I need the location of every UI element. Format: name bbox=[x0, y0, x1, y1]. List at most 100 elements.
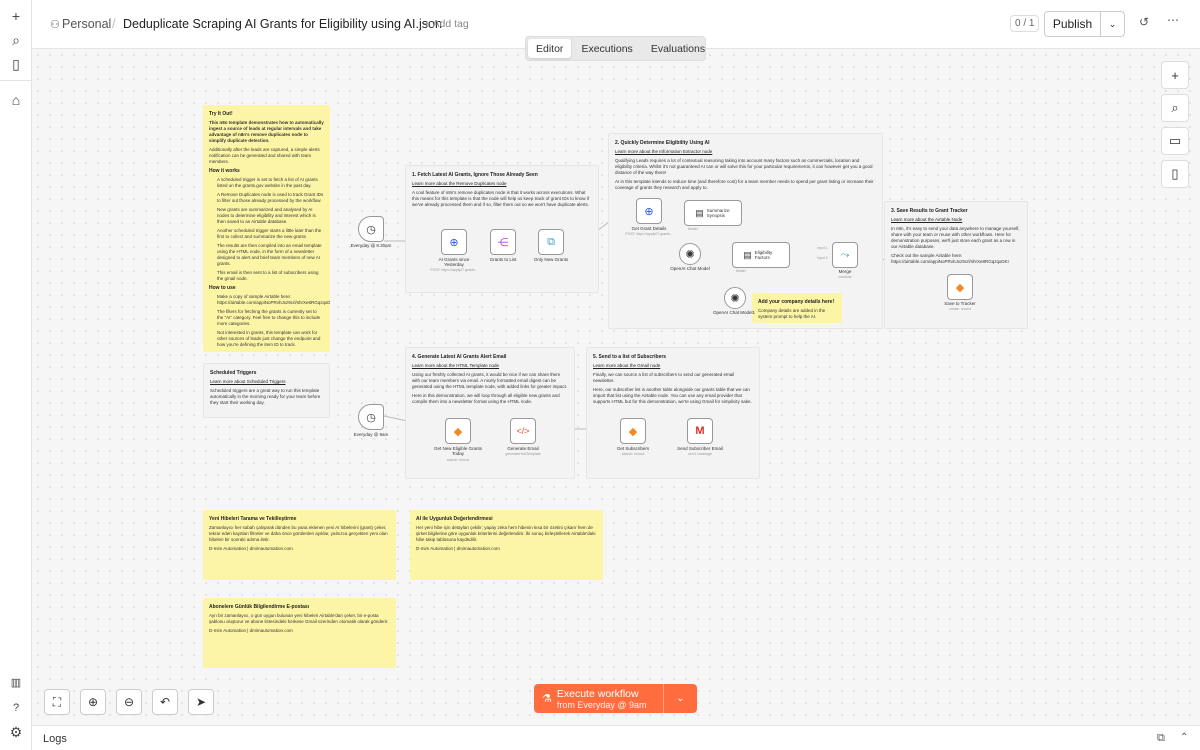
fit-view-button[interactable]: ⛶ bbox=[44, 689, 70, 715]
openai-icon: ✺ bbox=[685, 248, 695, 261]
note-link[interactable]: Learn more about the HTML Template node bbox=[412, 363, 568, 369]
note-title: Scheduled Triggers bbox=[210, 370, 257, 376]
note-scheduled-triggers[interactable]: Scheduled Triggers Learn more about Sche… bbox=[203, 363, 330, 418]
history-icon[interactable]: ↺ bbox=[1139, 15, 1149, 29]
node-subtitle: send: message bbox=[688, 452, 712, 456]
port-label: Model bbox=[736, 269, 746, 273]
note-heading: How it works bbox=[209, 168, 240, 174]
split-out-node[interactable]: ⋲ bbox=[490, 229, 516, 255]
note-link[interactable]: Learn more about the Airtable Node bbox=[891, 217, 1021, 223]
note-link[interactable]: Learn more about the Gmail node bbox=[593, 363, 753, 369]
tab-editor[interactable]: Editor bbox=[528, 39, 572, 58]
chain-icon: ▤ bbox=[695, 207, 704, 218]
openai-model-node[interactable]: ✺ bbox=[679, 243, 701, 265]
remove-duplicates-node[interactable]: ⧉ bbox=[538, 229, 564, 255]
left-sidebar: + ⌕ ▯ ⌂ ▥ ? ⚙ bbox=[0, 0, 32, 750]
note-try-it-out[interactable]: Try It Out! This n8n template demonstrat… bbox=[203, 105, 330, 352]
globe-icon: ⊕ bbox=[644, 205, 654, 218]
search-icon: ⌕ bbox=[1171, 100, 1179, 115]
tidy-up-button[interactable]: ➤ bbox=[188, 689, 214, 715]
add-tag-button[interactable]: + Add tag bbox=[424, 18, 469, 30]
breadcrumb-workspace[interactable]: Personal bbox=[62, 17, 111, 31]
settings-icon[interactable]: ⚙ bbox=[6, 722, 26, 742]
workflow-title[interactable]: Deduplicate Scraping AI Grants for Eligi… bbox=[123, 17, 442, 31]
view-tabs: Editor Executions Evaluations bbox=[525, 36, 706, 61]
logs-label[interactable]: Logs bbox=[43, 733, 67, 745]
tab-executions[interactable]: Executions bbox=[573, 39, 640, 58]
note-bullet: A Remove Duplicates node is used to trac… bbox=[217, 192, 324, 203]
note-bullet: Not interested in grants, this template … bbox=[217, 330, 321, 347]
note-tr-3[interactable]: Abonelere Günlük Bilgilendirme E-postası… bbox=[203, 598, 396, 668]
node-label: AI Grants since Yesterday bbox=[438, 257, 470, 267]
note-text: Ayrı bir zamanlayıcı, o gün uygun buluna… bbox=[209, 613, 389, 624]
note-tr-1[interactable]: Yeni Hibeleri Tarama ve Tekilleştirme Za… bbox=[203, 510, 396, 580]
panel-toggle-icon[interactable]: ▯ bbox=[6, 54, 26, 74]
cursor-icon: ➤ bbox=[195, 695, 207, 709]
get-eligible-grants-node[interactable]: ◆ bbox=[445, 418, 471, 444]
node-label: Send Subscriber Email bbox=[677, 446, 723, 451]
note-signature: D-mim Automation | dmimautomation.com bbox=[209, 628, 293, 633]
add-note-button[interactable]: ▭ bbox=[1161, 127, 1189, 155]
execute-workflow-button[interactable]: ⚗ Execute workflow from Everyday @ 9am bbox=[534, 684, 664, 713]
chevron-down-icon[interactable]: ⌄ bbox=[664, 684, 697, 713]
gmail-icon: M bbox=[695, 425, 705, 437]
node-subtitle: POST: https://apply07.grants... bbox=[625, 232, 673, 236]
note-title: 4. Generate Latest AI Grants Alert Email bbox=[412, 354, 507, 360]
logs-bar[interactable]: Logs ⧉ ⌃ bbox=[32, 725, 1200, 750]
airtable-icon: ◆ bbox=[628, 425, 638, 438]
node-label: Grants to List bbox=[489, 257, 517, 262]
help-icon[interactable]: ? bbox=[6, 698, 26, 718]
note-title: Add your company details here! bbox=[758, 299, 835, 305]
chevron-down-icon[interactable]: ⌄ bbox=[1101, 12, 1124, 36]
code-icon: </> bbox=[516, 426, 530, 436]
node-label: Eligibility Factors bbox=[754, 250, 773, 260]
note-link[interactable]: Learn more about the Remove Duplicates n… bbox=[412, 181, 592, 187]
zoom-out-icon: ⊖ bbox=[123, 695, 135, 709]
tab-evaluations[interactable]: Evaluations bbox=[643, 39, 713, 58]
note-section-4[interactable]: 4. Generate Latest AI Grants Alert Email… bbox=[405, 347, 575, 479]
schedule-trigger-node[interactable]: ◷ bbox=[358, 216, 384, 242]
merge-node[interactable]: ⤳ bbox=[832, 242, 858, 268]
note-text: Check out the sample Airtable here: http… bbox=[891, 253, 1009, 264]
insights-icon[interactable]: ▥ bbox=[6, 672, 26, 692]
flask-icon: ⚗ bbox=[542, 693, 552, 705]
note-text: Zamanlayıcı her sabah çalışarak dünden b… bbox=[209, 525, 388, 542]
undo-button[interactable]: ↶ bbox=[152, 689, 178, 715]
note-bullet: The filters for fetching the grants is c… bbox=[217, 309, 321, 326]
summarize-synopsis-node[interactable]: ▤ Summarize Synopsis bbox=[684, 200, 742, 226]
panel-icon: ▯ bbox=[1171, 166, 1179, 181]
execute-workflow-group: ⚗ Execute workflow from Everyday @ 9am ⌄ bbox=[534, 684, 697, 713]
add-node-button[interactable]: + bbox=[1161, 61, 1189, 89]
search-icon[interactable]: ⌕ bbox=[6, 30, 26, 50]
generate-email-node[interactable]: </> bbox=[510, 418, 536, 444]
send-email-node[interactable]: M bbox=[687, 418, 713, 444]
note-tr-2[interactable]: AI ile Uygunluk Değerlendirmesi Her yeni… bbox=[410, 510, 603, 580]
plus-icon[interactable]: + bbox=[6, 6, 26, 26]
http-request-node[interactable]: ⊕ bbox=[441, 229, 467, 255]
get-subscribers-node[interactable]: ◆ bbox=[620, 418, 646, 444]
zoom-out-button[interactable]: ⊖ bbox=[116, 689, 142, 715]
publish-button[interactable]: Publish bbox=[1045, 12, 1101, 36]
home-icon[interactable]: ⌂ bbox=[6, 90, 26, 110]
note-link[interactable]: Learn more about the Information Extract… bbox=[615, 149, 876, 155]
search-nodes-button[interactable]: ⌕ bbox=[1161, 94, 1189, 122]
openai-model-node-1[interactable]: ✺ bbox=[724, 287, 746, 309]
note-signature: D-mim Automation | dmimautomation.com bbox=[209, 546, 293, 551]
node-label: Get New Eligible Grants Today bbox=[433, 446, 483, 456]
note-text: Using our freshly collected AI grants, i… bbox=[412, 372, 568, 389]
workflow-canvas[interactable]: Try It Out! This n8n template demonstrat… bbox=[32, 49, 1200, 725]
toggle-panel-button[interactable]: ▯ bbox=[1161, 160, 1189, 188]
chevron-up-icon[interactable]: ⌃ bbox=[1180, 732, 1188, 743]
zoom-in-button[interactable]: ⊕ bbox=[80, 689, 106, 715]
note-section-5[interactable]: 5. Send to a list of Subscribers Learn m… bbox=[586, 347, 760, 479]
clock-icon: ◷ bbox=[366, 223, 376, 236]
logs-popout-icon[interactable]: ⧉ bbox=[1157, 732, 1165, 745]
note-link[interactable]: Learn more about Scheduled Triggers bbox=[210, 379, 323, 385]
save-to-tracker-node[interactable]: ◆ bbox=[947, 274, 973, 300]
more-options-icon[interactable]: ⋯ bbox=[1167, 13, 1179, 27]
schedule-trigger-node-2[interactable]: ◷ bbox=[358, 404, 384, 430]
get-grant-details-node[interactable]: ⊕ bbox=[636, 198, 662, 224]
eligibility-factors-node[interactable]: ▤ Eligibility Factors bbox=[732, 242, 790, 268]
node-label: OpenAI Chat Model1 bbox=[712, 310, 756, 315]
note-company-details[interactable]: Add your company details here! Company d… bbox=[752, 293, 842, 323]
